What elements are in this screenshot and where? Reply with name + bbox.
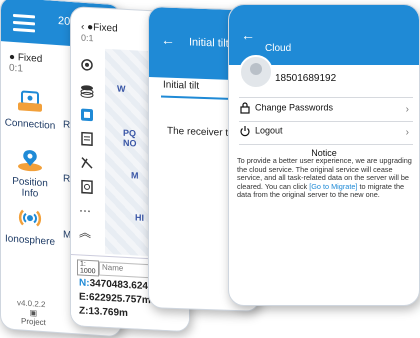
avatar bbox=[239, 55, 273, 89]
account-phone: 18501689192 bbox=[275, 73, 336, 84]
map-marker[interactable]: PQ NO bbox=[123, 128, 143, 149]
tile-label: Position Info bbox=[10, 176, 50, 201]
coord-n: N:3470483.624m bbox=[79, 277, 157, 292]
divider bbox=[239, 97, 413, 98]
change-passwords-item[interactable]: Change Passwords › bbox=[239, 102, 413, 122]
tile-label: Ionosphere bbox=[5, 233, 55, 247]
survey-icon[interactable] bbox=[79, 107, 95, 122]
document-icon[interactable] bbox=[79, 131, 95, 146]
back-arrow-icon[interactable]: ‹ bbox=[81, 22, 84, 33]
coord-z: Z:13.769m bbox=[79, 305, 128, 319]
more-icon[interactable]: ⋯ bbox=[79, 203, 95, 218]
menu-icon[interactable] bbox=[13, 10, 35, 37]
back-arrow-icon[interactable]: ← bbox=[161, 31, 175, 47]
divider bbox=[239, 121, 413, 122]
tab-project[interactable]: ▣ Project bbox=[21, 307, 46, 327]
compass-icon[interactable] bbox=[79, 155, 95, 170]
position-info-icon bbox=[13, 146, 47, 174]
lock-icon bbox=[239, 102, 251, 114]
layers-icon[interactable] bbox=[79, 83, 95, 98]
fixed-dot-icon: ● bbox=[9, 52, 15, 63]
tab-project-label: Project bbox=[21, 316, 46, 327]
chevron-right-icon: › bbox=[406, 104, 409, 115]
map-marker[interactable]: W bbox=[117, 83, 126, 93]
tile-connection[interactable]: Connection bbox=[1, 87, 59, 132]
chevron-up-icon[interactable]: ︽ bbox=[79, 223, 95, 238]
ionosphere-icon bbox=[13, 204, 47, 232]
target-icon[interactable] bbox=[79, 57, 95, 72]
scale-label: 1: 1000 bbox=[77, 259, 99, 276]
page-title: Cloud bbox=[265, 43, 291, 54]
power-icon bbox=[239, 125, 251, 137]
divider bbox=[239, 144, 413, 145]
solution-status: ‹ ●Fixed 0:1 bbox=[81, 22, 118, 45]
solution-status: ● Fixed 0:1 bbox=[9, 52, 42, 76]
tile-position-info[interactable]: Position Info bbox=[1, 145, 59, 201]
notice-body: To provide a better user experience, we … bbox=[237, 157, 413, 200]
page-title: Initial tilt bbox=[189, 36, 229, 49]
map-marker[interactable]: HI bbox=[135, 212, 144, 222]
logout-item[interactable]: Logout › bbox=[239, 125, 413, 145]
file-search-icon[interactable] bbox=[79, 179, 95, 194]
coord-e: E:622925.757m bbox=[79, 291, 151, 306]
solution-sub: 0:1 bbox=[81, 33, 118, 45]
tab-initial-tilt[interactable]: Initial tilt bbox=[163, 80, 199, 92]
map-marker[interactable]: M bbox=[131, 170, 139, 180]
menu-label: Change Passwords bbox=[255, 102, 333, 112]
tile-ionosphere[interactable]: Ionosphere bbox=[1, 203, 59, 248]
menu-label: Logout bbox=[255, 125, 283, 135]
back-arrow-icon[interactable]: ← bbox=[241, 27, 255, 43]
cloud-screen-card: ← Cloud 18501689192 Change Passwords › L… bbox=[228, 4, 420, 306]
chevron-right-icon: › bbox=[406, 127, 409, 138]
tile-label: Connection bbox=[5, 117, 56, 132]
connection-icon bbox=[13, 88, 47, 116]
